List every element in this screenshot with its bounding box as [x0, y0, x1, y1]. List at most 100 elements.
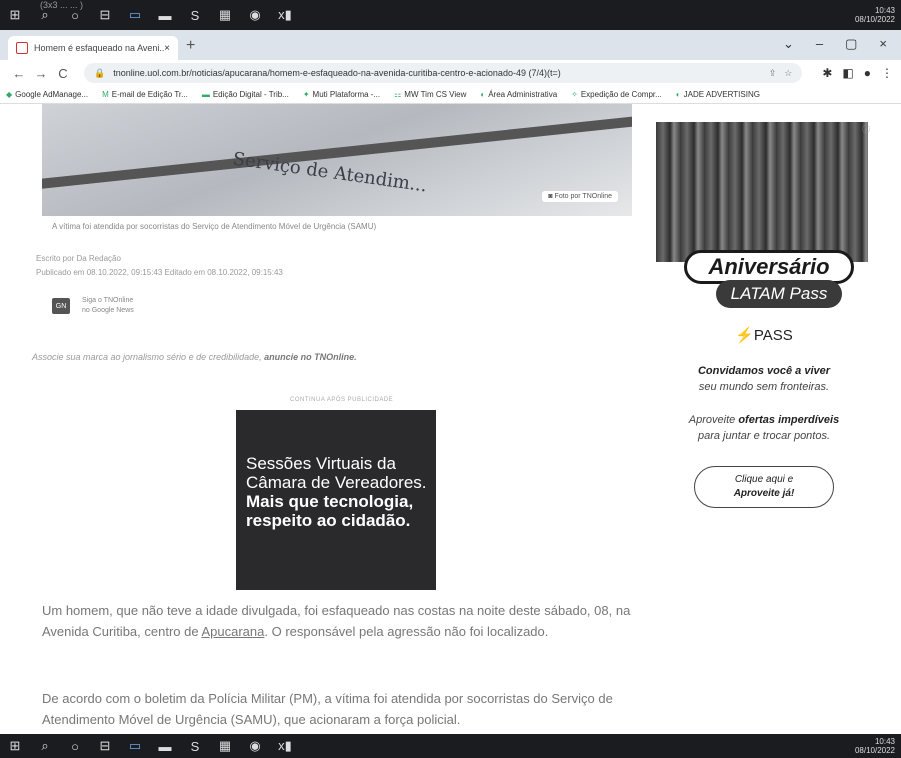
gmail-icon: M — [102, 90, 109, 99]
search-icon[interactable]: ⌕ — [30, 734, 60, 758]
tab-title: Homem é esfaqueado na Aveni... — [34, 43, 165, 53]
bookmark-icon: ✦ — [302, 90, 310, 99]
clock-date: 08/10/2022 — [854, 15, 895, 24]
bookmark-icon: ⚏ — [394, 90, 402, 99]
latam-side-ad[interactable]: ⓘ Aniversário LATAM Pass ⚡PASS Convidamo… — [648, 122, 880, 522]
skype-icon[interactable]: S — [180, 0, 210, 30]
apucarana-link[interactable]: Apucarana — [201, 624, 264, 639]
new-tab-button[interactable]: + — [186, 37, 195, 55]
byline: Escrito por Da Redação Publicado em 08.1… — [36, 252, 283, 280]
google-news-follow[interactable]: GN Siga o TNOnline no Google News — [52, 296, 134, 316]
ad-line: respeito ao cidadão. — [246, 511, 411, 530]
google-news-icon: GN — [52, 298, 70, 314]
byline-dates: Publicado em 08.10.2022, 09:15:43 Editad… — [36, 268, 283, 277]
latam-pass-logo: ⚡PASS — [735, 327, 793, 344]
subscribe-line: Associe sua marca ao jornalismo sério e … — [32, 352, 357, 362]
excel-icon[interactable]: x▮ — [270, 734, 300, 758]
url-input[interactable]: 🔒 tnonline.uol.com.br/noticias/apucarana… — [84, 63, 803, 83]
article-paragraph: De acordo com o boletim da Polícia Milit… — [42, 691, 613, 727]
bookmark-icon: ◐ — [675, 90, 681, 99]
photos-icon[interactable]: ▦ — [210, 0, 240, 30]
skype-icon[interactable]: S — [180, 734, 210, 758]
bookmark-icon: ✧ — [571, 90, 578, 99]
article-paragraph: Um homem, que não teve a idade divulgada… — [42, 603, 631, 639]
ad-cta-button[interactable]: Clique aqui e Aproveite já! — [694, 466, 834, 508]
tab-search-icon[interactable]: ⌄ — [783, 36, 794, 52]
browser-icon[interactable]: ◉ — [240, 0, 270, 30]
maximize-button[interactable]: ▢ — [845, 36, 857, 52]
ad-badge-latam-pass: LATAM Pass — [716, 280, 842, 308]
browser-tab[interactable]: Homem é esfaqueado na Aveni... × — [8, 36, 178, 60]
bookmarks-bar: ◆ Google AdManage... M E-mail de Edição Tr… — [0, 86, 901, 104]
start-icon[interactable]: ⊞ — [0, 734, 30, 758]
ad-badge-aniversario: Aniversário — [684, 250, 854, 284]
photo-credit: ◙ Foto por TNOnline — [542, 191, 618, 202]
ad-headline: Convidamos você a viver — [697, 365, 831, 377]
window-controls: ⌄ – ▢ × — [783, 36, 887, 52]
subscribe-link[interactable]: anuncie no TNOnline. — [264, 352, 357, 362]
ad-photo — [656, 122, 868, 262]
task-view-icon[interactable]: ⊟ — [90, 734, 120, 758]
ad-offer-subline: para juntar e trocar pontos. — [697, 430, 831, 442]
cortana-icon[interactable]: ○ — [60, 734, 90, 758]
bookmark-star-icon[interactable]: ☆ — [784, 68, 792, 79]
ad-label: CONTINUA APÓS PUBLICIDADE — [290, 397, 394, 403]
profile-icon[interactable]: ● — [864, 66, 871, 80]
bookmark-item[interactable]: ✧ Expedição de Compr... — [571, 90, 662, 99]
bookmark-icon: ▬ — [201, 90, 210, 99]
tab-close-icon[interactable]: × — [164, 43, 170, 54]
app-icon[interactable]: ▬ — [150, 734, 180, 758]
bookmark-item[interactable]: ▬ Edição Digital - Trib... — [202, 90, 289, 99]
extensions-icon[interactable]: ✱ — [822, 66, 832, 80]
bookmark-item[interactable]: M E-mail de Edição Tr... — [102, 90, 188, 99]
clock-time: 10:43 — [874, 6, 895, 15]
top-stub-text: (3x3 ... ... ) — [40, 0, 84, 10]
menu-icon[interactable]: ⋮ — [881, 66, 893, 80]
forward-button[interactable]: → — [30, 66, 52, 81]
photos-icon[interactable]: ▦ — [210, 734, 240, 758]
tab-strip: Homem é esfaqueado na Aveni... × + ⌄ – ▢… — [0, 30, 901, 60]
page-content: Serviço de Atendim... ◙ Foto por TNOnlin… — [0, 104, 901, 734]
url-text: tnonline.uol.com.br/noticias/apucarana/h… — [113, 68, 561, 78]
back-button[interactable]: ← — [8, 66, 30, 81]
ad-subline: seu mundo sem fronteiras. — [698, 381, 830, 393]
browser-icon[interactable]: ◉ — [240, 734, 270, 758]
camara-ad-banner[interactable]: Sessões Virtuais da Câmara de Vereadores… — [236, 410, 436, 590]
bookmark-item[interactable]: ◆ Google AdManage... — [6, 90, 88, 99]
share-icon[interactable]: ⇪ — [769, 68, 777, 79]
lock-icon[interactable]: 🔒 — [94, 68, 105, 79]
clock[interactable]: 10:43 08/10/2022 — [855, 737, 895, 755]
bookmark-item[interactable]: ◐ Área Administrativa — [480, 90, 557, 99]
bookmark-item[interactable]: ◐ JADE ADVERTISING — [676, 90, 760, 99]
tab-favicon-icon — [16, 42, 28, 54]
byline-author: Escrito por Da Redação — [36, 254, 121, 263]
address-bar: ← → C 🔒 tnonline.uol.com.br/noticias/apu… — [0, 60, 901, 86]
ad-line: Câmara de Vereadores. — [246, 473, 427, 492]
google-news-text: Siga o TNOnline no Google News — [82, 297, 134, 314]
ad-offer-line: Aproveite ofertas imperdíveis — [688, 414, 840, 426]
photo-caption: A vítima foi atendida por socorristas do… — [52, 222, 377, 231]
reload-button[interactable]: C — [52, 66, 74, 81]
start-icon[interactable]: ⊞ — [0, 0, 30, 30]
app-icon[interactable]: ▬ — [150, 0, 180, 30]
ad-line: Sessões Virtuais da — [246, 454, 396, 473]
ad-info-icon[interactable]: ⓘ — [862, 124, 870, 135]
minimize-button[interactable]: – — [816, 36, 823, 52]
article-photo: Serviço de Atendim... ◙ Foto por TNOnlin… — [42, 104, 632, 216]
task-view-icon[interactable]: ⊟ — [90, 0, 120, 30]
clock-date: 08/10/2022 — [854, 746, 895, 755]
excel-icon[interactable]: x▮ — [270, 0, 300, 30]
latam-logo-icon: ⚡ — [735, 327, 754, 344]
subscribe-text: Associe sua marca ao jornalismo sério e … — [32, 352, 262, 362]
ad-line: Mais que tecnologia, — [246, 492, 414, 511]
chrome-icon[interactable]: ▭ — [120, 0, 150, 30]
bookmark-item[interactable]: ⚏ MW Tim CS View — [394, 90, 466, 99]
clock[interactable]: 10:43 08/10/2022 — [855, 6, 895, 24]
sidebar-icon[interactable]: ◧ — [842, 66, 853, 80]
close-window-button[interactable]: × — [879, 36, 887, 52]
bookmark-item[interactable]: ✦ Muti Plataforma -... — [303, 90, 380, 99]
chrome-icon[interactable]: ▭ — [120, 734, 150, 758]
taskbar-bottom: ⊞ ⌕ ○ ⊟ ▭ ▬ S ▦ ◉ x▮ 10:43 08/10/2022 — [0, 734, 901, 758]
bookmark-icon: ◆ — [6, 90, 13, 99]
taskbar-top: (3x3 ... ... ) ⊞ ⌕ ○ ⊟ ▭ ▬ S ▦ ◉ x▮ 10:4… — [0, 0, 901, 30]
